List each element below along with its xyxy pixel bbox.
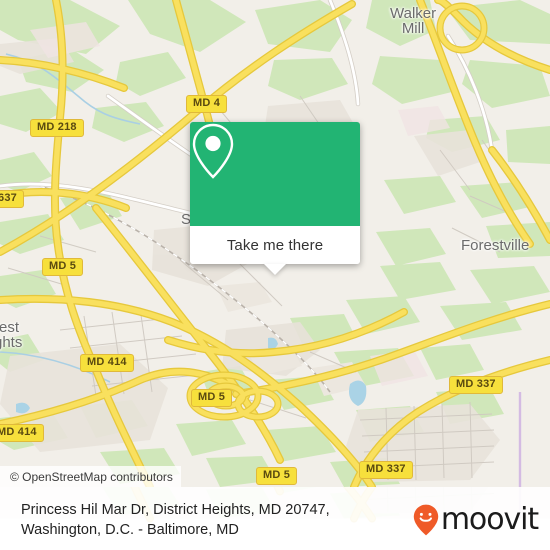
location-popup-card[interactable]: Take me there: [190, 122, 360, 275]
highway-shield-md-5-mid: MD 5: [191, 389, 233, 407]
screenshot-root: Walker Mill Forestville rest ghts S MD 4…: [0, 0, 550, 550]
map-attribution[interactable]: © OpenStreetMap contributors: [0, 466, 181, 487]
location-address: Princess Hil Mar Dr, District Heights, M…: [21, 500, 401, 540]
highway-shield-md-4: MD 4: [186, 95, 228, 113]
footer-bar: Princess Hil Mar Dr, District Heights, M…: [0, 487, 550, 550]
moovit-logo[interactable]: moovit: [413, 502, 539, 537]
place-label-walker-mill: Walker Mill: [390, 5, 437, 37]
popup-pointer-tail: [264, 264, 286, 275]
moovit-pin-smiley-icon: [413, 504, 439, 536]
highway-shield-md-5-south: MD 5: [256, 467, 298, 485]
highway-shield-md-5-north: MD 5: [42, 258, 84, 276]
moovit-wordmark: moovit: [440, 502, 539, 537]
highway-shield-md-218: MD 218: [30, 119, 84, 137]
map-canvas[interactable]: Walker Mill Forestville rest ghts S MD 4…: [0, 0, 550, 487]
highway-shield-md-414-upper: MD 414: [80, 354, 134, 372]
map-pin-icon: [192, 123, 234, 179]
take-me-there-button[interactable]: Take me there: [227, 237, 323, 254]
address-line-1: Princess Hil Mar Dr, District Heights, M…: [21, 502, 330, 518]
highway-shield-637: 637: [0, 190, 24, 208]
highway-shield-md-337-lower: MD 337: [359, 461, 413, 479]
place-label-forest-heights: rest ghts: [0, 319, 23, 351]
highway-shield-md-337-upper: MD 337: [449, 376, 503, 394]
popup-pin-panel: [190, 122, 360, 226]
highway-shield-md-414-lower: MD 414: [0, 424, 44, 442]
address-line-2: Washington, D.C. - Baltimore, MD: [21, 522, 239, 538]
popup-action-bar[interactable]: Take me there: [190, 226, 360, 275]
place-label-forestville: Forestville: [461, 237, 530, 254]
